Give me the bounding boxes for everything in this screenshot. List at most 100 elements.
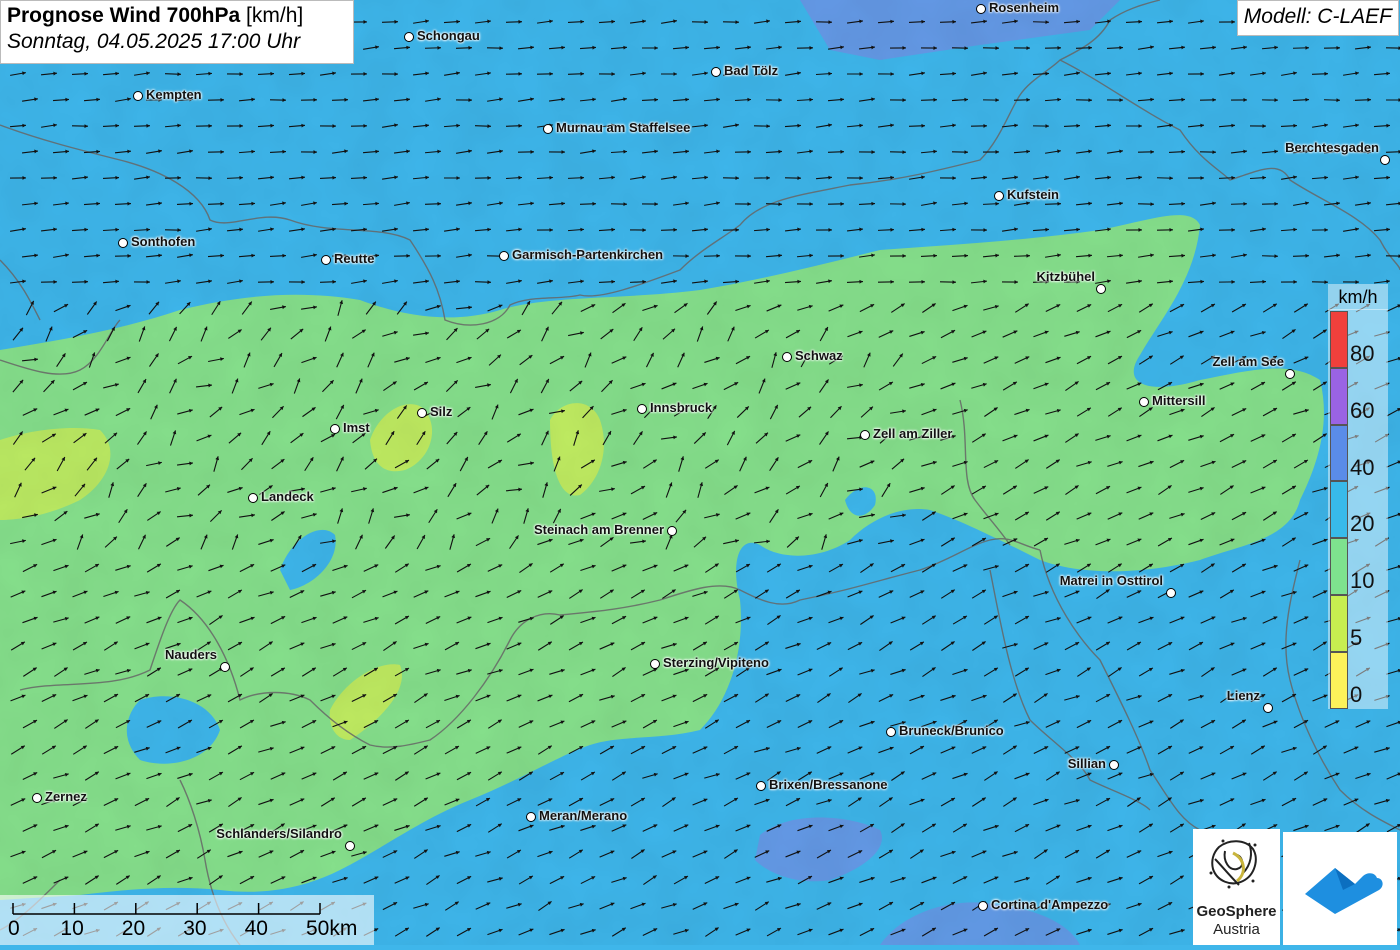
wind-arrow: [11, 590, 26, 597]
wind-arrow: [568, 331, 584, 335]
wind-arrow: [42, 850, 56, 858]
wind-arrow: [103, 124, 119, 128]
city-marker: [756, 781, 766, 791]
wind-arrow: [1014, 46, 1030, 50]
wind-arrow: [85, 876, 98, 885]
wind-arrow: [519, 825, 534, 831]
wind-arrow: [301, 253, 317, 257]
wind-arrow: [1003, 746, 1016, 755]
wind-arrow: [611, 46, 627, 50]
wind-arrow: [53, 825, 68, 831]
wind-arrow: [227, 176, 243, 180]
city-label: Innsbruck: [650, 400, 712, 415]
wind-arrow: [1015, 356, 1030, 363]
wind-arrow: [581, 876, 595, 883]
wind-arrow: [395, 460, 409, 468]
wind-arrow: [612, 772, 625, 781]
wind-arrow: [522, 301, 530, 315]
wind-arrow: [178, 824, 192, 831]
wind-arrow: [940, 851, 955, 857]
wind-arrow: [1188, 383, 1203, 389]
wind-arrow: [394, 201, 410, 205]
wind-arrow: [41, 123, 57, 127]
wind-arrow: [413, 124, 429, 128]
wind-arrow: [1281, 747, 1296, 753]
wind-arrow: [1263, 772, 1276, 781]
wind-arrow: [847, 331, 862, 337]
wind-arrow: [767, 564, 781, 572]
wind-arrow: [73, 642, 87, 650]
wind-arrow: [1386, 46, 1400, 50]
wind-arrow: [723, 20, 739, 24]
wind-arrow: [241, 458, 252, 469]
wind-arrow: [227, 124, 243, 128]
wind-arrow: [1158, 746, 1172, 754]
wind-arrow: [165, 176, 181, 180]
wind-arrow: [1170, 460, 1184, 467]
wind-arrow: [321, 798, 335, 807]
wind-arrow: [1250, 799, 1265, 805]
wind-arrow: [704, 46, 720, 50]
wind-arrow: [364, 876, 379, 883]
wind-arrow: [697, 326, 703, 341]
wind-arrow: [611, 877, 626, 883]
wind-arrow: [44, 380, 55, 392]
wind-arrow: [41, 228, 57, 232]
wind-arrow: [1325, 773, 1340, 779]
wind-arrow: [240, 564, 254, 571]
city-label: Kempten: [146, 87, 202, 102]
wind-arrow: [1200, 461, 1215, 467]
wind-arrow: [166, 747, 181, 753]
wind-arrow: [72, 176, 88, 180]
wind-arrow: [921, 46, 937, 50]
wind-arrow: [1386, 617, 1400, 622]
wind-arrow: [414, 693, 427, 702]
city-marker: [860, 430, 870, 440]
wind-arrow: [1046, 460, 1059, 469]
wind-arrow: [704, 201, 720, 205]
wind-arrow: [395, 876, 410, 883]
wind-arrow: [332, 877, 347, 883]
wind-arrow: [755, 850, 769, 857]
wind-arrow: [382, 123, 398, 127]
wind-arrow: [581, 669, 596, 675]
wind-arrow: [1139, 356, 1152, 365]
wind-arrow: [447, 328, 458, 340]
wind-arrow: [1002, 124, 1018, 128]
wind-arrow: [475, 20, 491, 24]
wind-arrow: [770, 405, 777, 419]
wind-arrow: [878, 123, 894, 127]
wind-arrow: [1138, 98, 1154, 102]
wind-arrow: [425, 202, 441, 206]
wind-arrow: [538, 642, 552, 651]
wind-arrow: [1046, 928, 1061, 935]
wind-arrow: [1002, 19, 1018, 23]
wind-arrow: [1220, 434, 1234, 442]
wind-arrow: [754, 124, 770, 128]
wind-arrow: [146, 202, 162, 206]
wind-arrow: [848, 693, 861, 702]
wind-arrow: [383, 746, 397, 753]
wind-arrow: [953, 929, 968, 935]
wind-arrow: [786, 798, 800, 806]
wind-arrow: [1343, 71, 1359, 75]
wind-arrow: [1096, 798, 1110, 806]
wind-arrow: [445, 591, 460, 597]
wind-arrow: [941, 538, 955, 547]
city-marker: [1109, 760, 1119, 770]
wind-arrow: [1324, 202, 1340, 206]
wind-arrow: [661, 228, 677, 232]
wind-arrow: [240, 772, 254, 779]
wind-arrow: [828, 202, 844, 206]
wind-arrow: [456, 201, 472, 205]
wind-arrow: [983, 98, 999, 102]
wind-arrow: [85, 408, 100, 415]
wind-arrow: [519, 876, 533, 884]
wind-arrow: [475, 176, 491, 180]
wind-arrow: [952, 669, 967, 675]
wind-arrow: [735, 305, 750, 311]
wind-arrow: [363, 98, 379, 102]
wind-arrow: [1374, 72, 1390, 76]
wind-arrow: [84, 202, 100, 206]
wind-arrow: [382, 175, 398, 179]
